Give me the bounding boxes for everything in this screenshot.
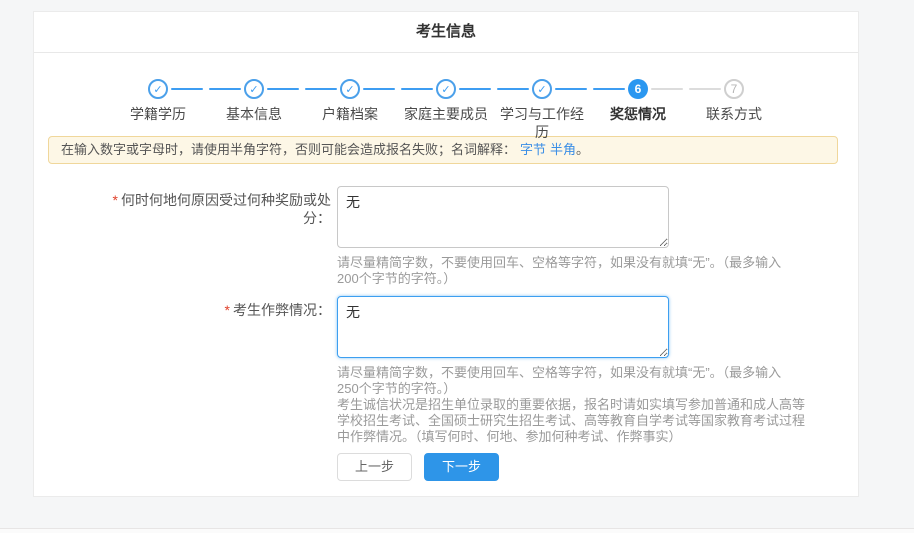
step-jiben-xinxi[interactable]: ✓ 基本信息 bbox=[206, 79, 302, 123]
step-connector bbox=[689, 88, 721, 90]
helper-line: 考生诚信状况是招生单位录取的重要依据，报名时请如实填写参加普通和成人高等 bbox=[337, 397, 858, 413]
step-head: ✓ bbox=[398, 79, 494, 99]
helper-line: 中作弊情况。（填写何时、何地、参加何种考试、作弊事实） bbox=[337, 429, 858, 445]
step-connector bbox=[555, 88, 587, 90]
rewards-field-control: 无 请尽量精简字数，不要使用回车、空格等字符，如果没有就填“无”。（最多输入 2… bbox=[335, 186, 858, 287]
step-active-circle: 6 bbox=[628, 79, 648, 99]
step-head: 6 bbox=[590, 79, 686, 99]
helper-line: 学校招生考试、全国硕士研究生招生考试、高等教育自学考试等国家教育考试过程 bbox=[337, 413, 858, 429]
step-upcoming-circle: 7 bbox=[724, 79, 744, 99]
footer-divider bbox=[0, 528, 914, 533]
prev-step-button[interactable]: 上一步 bbox=[337, 453, 412, 481]
notice-text: 在输入数字或字母时，请使用半角字符，否则可能会造成报名失败；名词解释： bbox=[61, 142, 516, 157]
label-text: 考生作弊情况： bbox=[233, 302, 331, 318]
step-head: ✓ bbox=[302, 79, 398, 99]
step-label: 学习与工作经历 bbox=[494, 105, 590, 123]
check-icon: ✓ bbox=[537, 83, 546, 96]
rewards-field-label: *何时何地何原因受过何种奖励或处分： bbox=[34, 186, 335, 287]
step-number: 7 bbox=[731, 82, 738, 96]
step-connector bbox=[267, 88, 299, 90]
link-halfwidth[interactable]: 半角 bbox=[550, 142, 576, 157]
halfwidth-notice-bar: 在输入数字或字母时，请使用半角字符，否则可能会造成报名失败；名词解释： 字节半角。 bbox=[48, 136, 838, 164]
step-label: 基本信息 bbox=[206, 105, 302, 123]
helper-line: 200个字节的字符。） bbox=[337, 271, 858, 287]
step-number: 6 bbox=[635, 82, 642, 96]
step-jiangcheng-qingkuang[interactable]: 6 奖惩情况 bbox=[590, 79, 686, 123]
step-xuexi-gongzuo-jingli[interactable]: ✓ 学习与工作经历 bbox=[494, 79, 590, 123]
cheating-helper-text: 请尽量精简字数，不要使用回车、空格等字符，如果没有就填“无”。（最多输入 250… bbox=[337, 365, 858, 445]
step-connector bbox=[209, 88, 241, 90]
rewards-helper-text: 请尽量精简字数，不要使用回车、空格等字符，如果没有就填“无”。（最多输入 200… bbox=[337, 255, 858, 287]
cheating-textarea[interactable]: 无 bbox=[337, 296, 669, 358]
link-byte[interactable]: 字节 bbox=[520, 142, 546, 157]
step-connector bbox=[171, 88, 203, 90]
step-head: ✓ bbox=[110, 79, 206, 99]
step-xueji-xueli[interactable]: ✓ 学籍学历 bbox=[110, 79, 206, 123]
form-row-rewards: *何时何地何原因受过何种奖励或处分： 无 请尽量精简字数，不要使用回车、空格等字… bbox=[34, 186, 858, 287]
notice-suffix: 。 bbox=[576, 142, 589, 157]
step-connector bbox=[459, 88, 491, 90]
step-done-circle: ✓ bbox=[340, 79, 360, 99]
step-connector bbox=[497, 88, 529, 90]
step-done-circle: ✓ bbox=[532, 79, 552, 99]
candidate-info-card: 考生信息 ✓ 学籍学历 ✓ 基本信息 bbox=[33, 11, 859, 497]
cheating-field-control: 无 请尽量精简字数，不要使用回车、空格等字符，如果没有就填“无”。（最多输入 2… bbox=[335, 296, 858, 445]
step-label: 奖惩情况 bbox=[590, 105, 686, 123]
step-connector bbox=[363, 88, 395, 90]
step-jiating-chengyuan[interactable]: ✓ 家庭主要成员 bbox=[398, 79, 494, 123]
helper-line: 请尽量精简字数，不要使用回车、空格等字符，如果没有就填“无”。（最多输入 bbox=[337, 255, 858, 271]
step-lianxi-fangshi[interactable]: 7 联系方式 bbox=[686, 79, 782, 123]
step-head: ✓ bbox=[494, 79, 590, 99]
helper-line: 请尽量精简字数，不要使用回车、空格等字符，如果没有就填“无”。（最多输入 bbox=[337, 365, 858, 381]
required-asterisk: * bbox=[225, 302, 230, 318]
required-asterisk: * bbox=[113, 192, 118, 208]
step-connector bbox=[305, 88, 337, 90]
page-title: 考生信息 bbox=[34, 12, 858, 53]
form-row-cheating: *考生作弊情况： 无 请尽量精简字数，不要使用回车、空格等字符，如果没有就填“无… bbox=[34, 296, 858, 445]
check-icon: ✓ bbox=[441, 83, 450, 96]
step-label: 户籍档案 bbox=[302, 105, 398, 123]
step-label: 联系方式 bbox=[686, 105, 782, 123]
check-icon: ✓ bbox=[249, 83, 258, 96]
step-label: 家庭主要成员 bbox=[398, 105, 494, 123]
rewards-punishments-form: *何时何地何原因受过何种奖励或处分： 无 请尽量精简字数，不要使用回车、空格等字… bbox=[34, 186, 858, 481]
step-connector bbox=[593, 88, 625, 90]
check-icon: ✓ bbox=[345, 83, 354, 96]
next-step-button[interactable]: 下一步 bbox=[424, 453, 499, 481]
step-head: ✓ bbox=[206, 79, 302, 99]
step-wizard: ✓ 学籍学历 ✓ 基本信息 ✓ bbox=[110, 79, 782, 123]
step-done-circle: ✓ bbox=[436, 79, 456, 99]
step-label: 学籍学历 bbox=[110, 105, 206, 123]
step-huji-dangan[interactable]: ✓ 户籍档案 bbox=[302, 79, 398, 123]
label-text: 何时何地何原因受过何种奖励或处分： bbox=[121, 192, 331, 226]
page: 考生信息 ✓ 学籍学历 ✓ 基本信息 bbox=[0, 0, 914, 533]
helper-line: 250个字节的字符。） bbox=[337, 381, 858, 397]
steps-wrapper: ✓ 学籍学历 ✓ 基本信息 ✓ bbox=[34, 53, 858, 123]
cheating-field-label: *考生作弊情况： bbox=[34, 296, 335, 445]
check-icon: ✓ bbox=[153, 83, 162, 96]
step-done-circle: ✓ bbox=[148, 79, 168, 99]
wizard-buttons: 上一步 下一步 bbox=[34, 453, 858, 481]
step-connector bbox=[651, 88, 683, 90]
step-head: 7 bbox=[686, 79, 782, 99]
rewards-textarea[interactable]: 无 bbox=[337, 186, 669, 248]
step-done-circle: ✓ bbox=[244, 79, 264, 99]
step-connector bbox=[401, 88, 433, 90]
